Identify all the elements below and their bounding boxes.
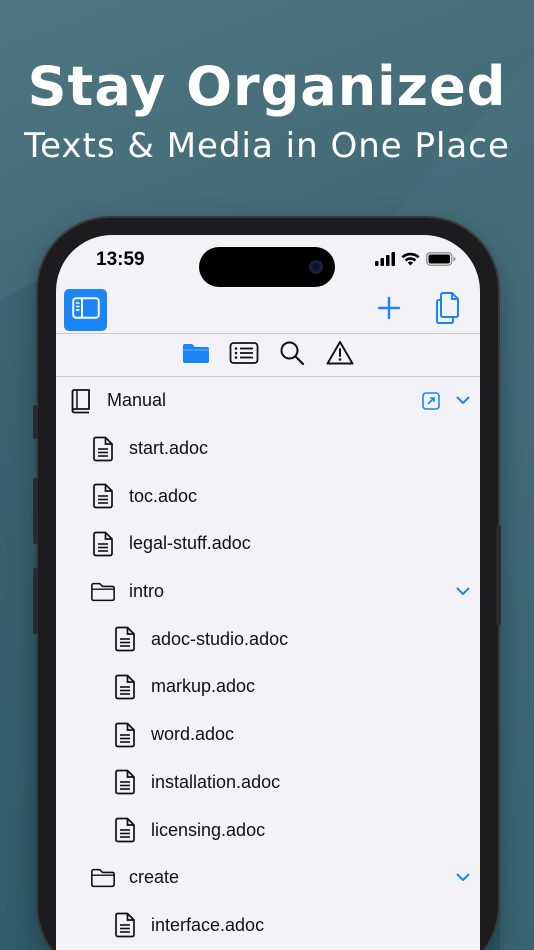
sidebar-toggle-button[interactable]	[64, 289, 107, 331]
document-icon	[112, 673, 138, 701]
toolbar	[56, 289, 480, 333]
tree-item-label: intro	[129, 581, 165, 602]
tree-item-file[interactable]: licensing.adoc	[56, 806, 480, 854]
chevron-down-icon[interactable]	[454, 869, 472, 887]
tree-item-label: markup.adoc	[151, 676, 256, 697]
document-icon	[112, 625, 138, 653]
side-button-silent	[33, 405, 38, 439]
tree-item-label: toc.adoc	[129, 485, 198, 506]
promo-subheadline: Texts & Media in One Place	[24, 126, 510, 166]
phone-screen: 13:59 Manual start.adoc toc.adoc legal-s…	[56, 235, 480, 950]
document-icon	[112, 721, 138, 749]
warning-icon	[326, 340, 354, 371]
tree-folder-create[interactable]: create	[56, 854, 480, 902]
chevron-down-icon[interactable]	[454, 392, 472, 410]
tab-issues[interactable]	[325, 340, 355, 370]
battery-icon	[426, 251, 456, 271]
side-button-power	[496, 525, 501, 625]
folder-icon	[181, 341, 211, 370]
tree-item-file[interactable]: start.adoc	[56, 425, 480, 473]
tree-item-label: adoc-studio.adoc	[151, 628, 289, 649]
duplicate-button[interactable]	[434, 291, 464, 330]
magnifier-icon	[279, 340, 305, 371]
status-icons	[375, 251, 456, 271]
tree-item-label: start.adoc	[129, 438, 209, 459]
document-icon	[90, 482, 116, 510]
document-icon	[90, 435, 116, 463]
folder-outline-icon	[90, 864, 116, 892]
side-button-volume-down	[33, 568, 38, 634]
folder-outline-icon	[90, 578, 116, 606]
tab-files[interactable]	[181, 340, 211, 370]
chevron-down-icon[interactable]	[454, 583, 472, 601]
open-external-icon[interactable]	[421, 391, 441, 411]
cellular-signal-icon	[375, 251, 395, 271]
promo-headline: Stay Organized	[27, 55, 507, 118]
list-icon	[229, 341, 259, 370]
tree-item-label: word.adoc	[151, 724, 235, 745]
tree-item-file[interactable]: markup.adoc	[56, 663, 480, 711]
tree-folder-intro[interactable]: intro	[56, 568, 480, 616]
sidebar-icon	[71, 296, 100, 324]
tree-item-file[interactable]: legal-stuff.adoc	[56, 520, 480, 568]
plus-icon	[377, 296, 401, 325]
document-icon	[112, 911, 138, 939]
tree-root-label: Manual	[107, 390, 167, 411]
file-tree: Manual start.adoc toc.adoc legal-stuff.a…	[56, 377, 480, 949]
status-bar: 13:59	[56, 235, 480, 289]
tree-item-label: installation.adoc	[151, 771, 281, 792]
tree-root-manual[interactable]: Manual	[56, 377, 480, 425]
tree-item-file[interactable]: installation.adoc	[56, 759, 480, 807]
tree-item-file[interactable]: word.adoc	[56, 711, 480, 759]
tab-outline[interactable]	[229, 340, 259, 370]
wifi-icon	[401, 252, 420, 271]
status-time: 13:59	[96, 249, 145, 270]
sidebar-tabs	[56, 334, 480, 376]
document-icon	[112, 816, 138, 844]
tab-search[interactable]	[277, 340, 307, 370]
tree-item-label: interface.adoc	[151, 914, 265, 935]
tree-item-file[interactable]: adoc-studio.adoc	[56, 615, 480, 663]
side-button-volume-up	[33, 478, 38, 544]
front-camera-icon	[309, 260, 323, 274]
documents-icon	[435, 291, 463, 330]
tree-item-label: legal-stuff.adoc	[129, 533, 251, 554]
document-icon	[90, 530, 116, 558]
add-button[interactable]	[374, 295, 404, 325]
tree-item-file[interactable]: toc.adoc	[56, 472, 480, 520]
tree-item-file[interactable]: interface.adoc	[56, 902, 480, 950]
book-icon	[68, 387, 94, 415]
document-icon	[112, 768, 138, 796]
tree-item-label: licensing.adoc	[151, 819, 266, 840]
dynamic-island	[199, 247, 335, 287]
tree-item-label: create	[129, 867, 180, 888]
